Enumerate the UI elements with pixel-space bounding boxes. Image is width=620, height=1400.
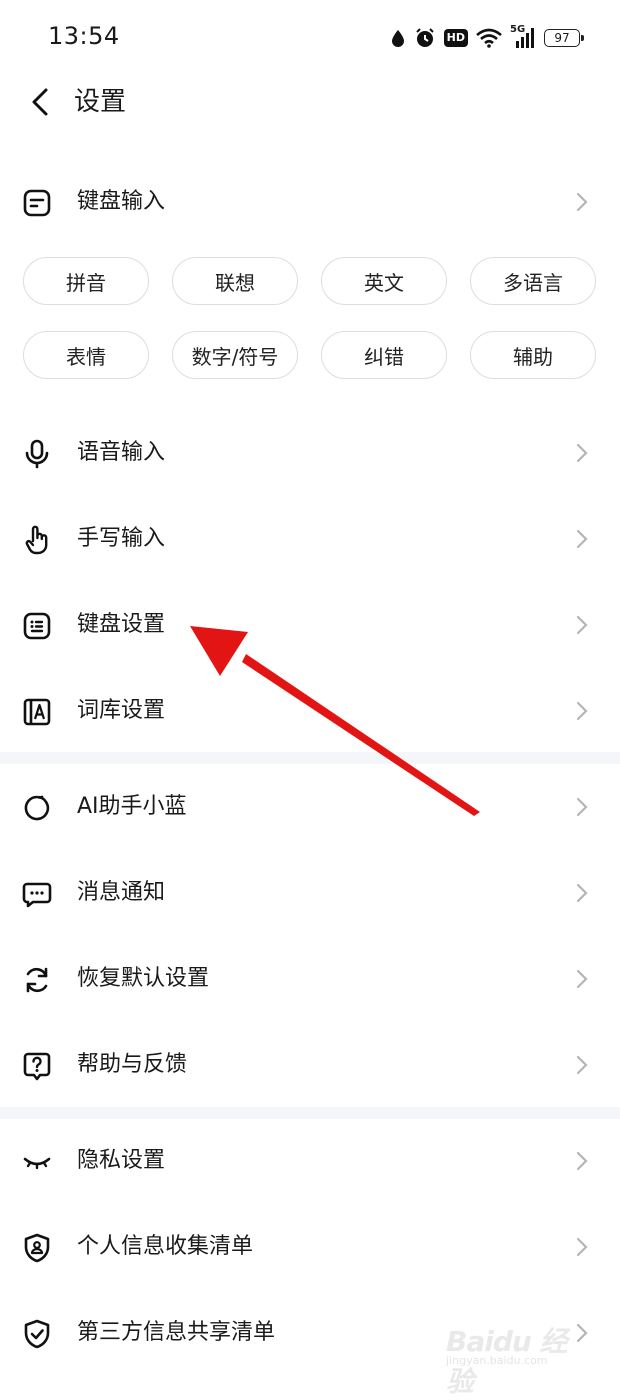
row-help-feedback[interactable]: 帮助与反馈 bbox=[0, 1030, 620, 1100]
hd-icon: HD bbox=[443, 29, 468, 47]
row-label: 手写输入 bbox=[77, 526, 166, 551]
back-arrow-icon bbox=[32, 88, 48, 116]
row-restore-defaults[interactable]: 恢复默认设置 bbox=[0, 944, 620, 1014]
chip-emoji[interactable]: 表情 bbox=[23, 331, 149, 379]
chevron-right-icon bbox=[576, 529, 588, 549]
row-label: 第三方信息共享清单 bbox=[77, 1320, 276, 1345]
chevron-right-icon bbox=[576, 443, 588, 463]
chip-number-symbol[interactable]: 数字/符号 bbox=[172, 331, 298, 379]
chevron-right-icon bbox=[576, 969, 588, 989]
watermark: Baidu 经验 jingyan.baidu.com bbox=[446, 1320, 576, 1398]
chevron-right-icon bbox=[576, 883, 588, 903]
chip-assist[interactable]: 辅助 bbox=[470, 331, 596, 379]
chip-english[interactable]: 英文 bbox=[321, 257, 447, 305]
watermark-url: jingyan.baidu.com bbox=[446, 1354, 548, 1367]
back-button[interactable] bbox=[22, 82, 58, 122]
chevron-right-icon bbox=[576, 1323, 588, 1343]
section-divider bbox=[0, 1107, 620, 1119]
row-ai-assistant[interactable]: AI助手小蓝 bbox=[0, 772, 620, 842]
section-divider bbox=[0, 752, 620, 764]
chevron-right-icon bbox=[576, 1151, 588, 1171]
row-label: 隐私设置 bbox=[77, 1148, 166, 1173]
dictionary-icon bbox=[22, 697, 52, 727]
message-icon bbox=[22, 879, 52, 909]
chevron-right-icon bbox=[576, 1237, 588, 1257]
nav-bar: 设置 bbox=[0, 76, 620, 126]
row-privacy-settings[interactable]: 隐私设置 bbox=[0, 1126, 620, 1196]
signal-5g-icon: 5G bbox=[510, 24, 536, 49]
eye-closed-icon bbox=[22, 1147, 52, 1177]
chevron-right-icon bbox=[576, 615, 588, 635]
keyboard-icon bbox=[22, 611, 52, 641]
chevron-right-icon bbox=[576, 797, 588, 817]
microphone-icon bbox=[22, 439, 52, 469]
row-label: 词库设置 bbox=[77, 698, 166, 723]
row-keyboard-settings[interactable]: 键盘设置 bbox=[0, 590, 620, 660]
shield-check-icon bbox=[22, 1319, 52, 1349]
row-label: 语音输入 bbox=[77, 440, 166, 465]
help-icon bbox=[22, 1051, 52, 1081]
alarm-icon bbox=[414, 27, 436, 49]
row-notifications[interactable]: 消息通知 bbox=[0, 858, 620, 928]
chevron-right-icon bbox=[576, 1055, 588, 1075]
chip-correction[interactable]: 纠错 bbox=[321, 331, 447, 379]
row-label: 键盘设置 bbox=[77, 612, 166, 637]
drop-icon bbox=[390, 28, 406, 48]
keyboard-input-icon bbox=[22, 188, 52, 218]
row-keyboard-input[interactable]: 键盘输入 bbox=[0, 167, 620, 237]
row-voice-input[interactable]: 语音输入 bbox=[0, 418, 620, 488]
shield-user-icon bbox=[22, 1233, 52, 1263]
row-label: 恢复默认设置 bbox=[77, 966, 210, 991]
chip-multilanguage[interactable]: 多语言 bbox=[470, 257, 596, 305]
row-label: 键盘输入 bbox=[77, 189, 166, 214]
row-label: 消息通知 bbox=[77, 880, 166, 905]
row-label: 个人信息收集清单 bbox=[77, 1234, 254, 1259]
refresh-icon bbox=[22, 965, 52, 995]
chevron-right-icon bbox=[576, 192, 588, 212]
page-title: 设置 bbox=[74, 87, 127, 117]
row-handwriting-input[interactable]: 手写输入 bbox=[0, 504, 620, 574]
status-bar: 13:54 HD 5G 97 bbox=[0, 0, 620, 76]
row-personal-info-list[interactable]: 个人信息收集清单 bbox=[0, 1212, 620, 1282]
status-time: 13:54 bbox=[48, 22, 120, 50]
status-icons: HD 5G 97 bbox=[390, 24, 584, 52]
row-label: AI助手小蓝 bbox=[77, 794, 187, 819]
wifi-icon bbox=[476, 28, 502, 48]
row-label: 帮助与反馈 bbox=[77, 1052, 188, 1077]
ai-assistant-icon bbox=[22, 793, 52, 823]
chevron-right-icon bbox=[576, 701, 588, 721]
chip-association[interactable]: 联想 bbox=[172, 257, 298, 305]
hand-pointer-icon bbox=[22, 525, 52, 555]
chip-pinyin[interactable]: 拼音 bbox=[23, 257, 149, 305]
row-dictionary-settings[interactable]: 词库设置 bbox=[0, 676, 620, 746]
battery-icon: 97 bbox=[544, 29, 584, 47]
